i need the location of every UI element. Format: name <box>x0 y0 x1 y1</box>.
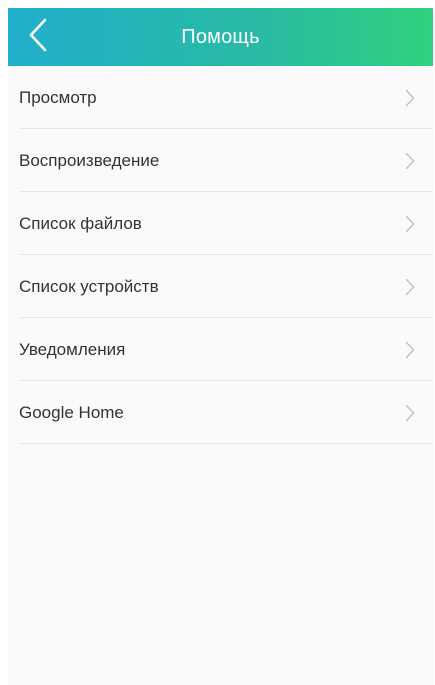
menu-item-device-list[interactable]: Список устройств <box>8 255 433 318</box>
menu-item-file-list[interactable]: Список файлов <box>8 192 433 255</box>
menu-item-notifications[interactable]: Уведомления <box>8 318 433 381</box>
menu-item-playback[interactable]: Воспроизведение <box>8 129 433 192</box>
help-content: Просмотр Воспроизведение Список файлов С… <box>8 66 433 685</box>
menu-item-google-home[interactable]: Google Home <box>8 381 433 444</box>
chevron-right-icon <box>405 89 415 107</box>
page-title: Помощь <box>181 25 260 48</box>
chevron-right-icon <box>405 341 415 359</box>
chevron-right-icon <box>405 278 415 296</box>
chevron-right-icon <box>405 404 415 422</box>
menu-item-label: Просмотр <box>19 87 97 107</box>
menu-item-label: Список устройств <box>19 276 159 296</box>
menu-item-label: Воспроизведение <box>19 150 160 170</box>
menu-item-view[interactable]: Просмотр <box>8 66 433 129</box>
help-screen: Помощь Просмотр Воспроизведение Список ф… <box>0 0 435 685</box>
help-menu-list: Просмотр Воспроизведение Список файлов С… <box>8 66 433 444</box>
menu-item-label: Уведомления <box>19 339 126 359</box>
back-button[interactable] <box>8 8 68 66</box>
chevron-right-icon <box>405 215 415 233</box>
menu-item-label: Google Home <box>19 402 124 422</box>
chevron-right-icon <box>405 152 415 170</box>
chevron-left-icon <box>27 18 49 57</box>
menu-item-label: Список файлов <box>19 213 142 233</box>
app-bar: Помощь <box>8 8 433 66</box>
